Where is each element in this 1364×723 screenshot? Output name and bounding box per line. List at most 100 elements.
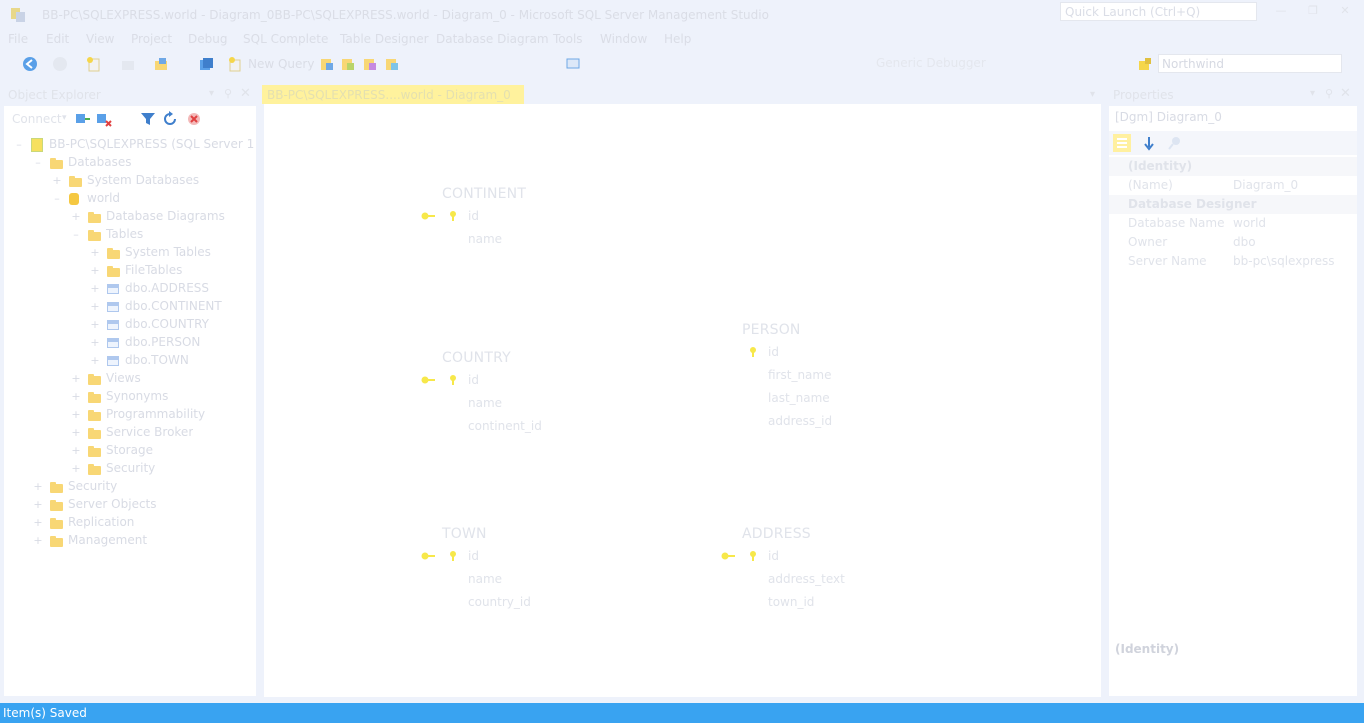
debugger-dropdown[interactable]: Generic Debugger bbox=[858, 54, 990, 73]
refresh-icon[interactable] bbox=[162, 111, 178, 127]
new-project-icon[interactable] bbox=[86, 56, 102, 72]
relationship-key-icon[interactable] bbox=[421, 212, 435, 220]
diagram-column[interactable]: id bbox=[768, 345, 779, 359]
mdx-query-icon[interactable] bbox=[362, 56, 378, 72]
tree-node-label[interactable]: Databases bbox=[68, 155, 132, 173]
oe-close-icon[interactable]: ✕ bbox=[240, 86, 251, 101]
diagram-table-title[interactable]: PERSON bbox=[742, 322, 801, 338]
menu-tools[interactable]: Tools bbox=[553, 32, 583, 46]
tree-node-label[interactable]: FileTables bbox=[125, 263, 182, 281]
property-value[interactable]: world bbox=[1233, 216, 1266, 230]
properties-pin-icon[interactable]: ⚲ bbox=[1325, 87, 1333, 100]
tree-node-label[interactable]: Programmability bbox=[106, 407, 205, 425]
menu-project[interactable]: Project bbox=[131, 32, 172, 46]
tree-expander[interactable]: + bbox=[33, 516, 43, 529]
tree-node-label[interactable]: Service Broker bbox=[106, 425, 193, 443]
tree-expander[interactable]: + bbox=[90, 282, 100, 295]
save-all-icon[interactable] bbox=[198, 56, 214, 72]
diagram-column[interactable]: town_id bbox=[768, 595, 814, 609]
tree-expander[interactable]: + bbox=[33, 480, 43, 493]
tree-node-label[interactable]: dbo.PERSON bbox=[125, 335, 200, 353]
tree-expander[interactable]: – bbox=[14, 138, 24, 151]
tree-expander[interactable]: + bbox=[33, 534, 43, 547]
tree-node-label[interactable]: Database Diagrams bbox=[106, 209, 225, 227]
categorized-icon[interactable] bbox=[1113, 134, 1131, 152]
diagram-table-title[interactable]: CONTINENT bbox=[442, 186, 526, 202]
tree-node-label[interactable]: Server Objects bbox=[68, 497, 157, 515]
property-value[interactable]: Diagram_0 bbox=[1233, 178, 1298, 192]
tree-node-label[interactable]: Synonyms bbox=[106, 389, 168, 407]
tree-expander[interactable]: + bbox=[71, 390, 81, 403]
tree-expander[interactable]: – bbox=[52, 192, 62, 205]
tree-node-label[interactable]: System Tables bbox=[125, 245, 211, 263]
property-row[interactable]: (Name) Diagram_0 bbox=[1109, 176, 1357, 195]
connect-button[interactable]: Connect bbox=[12, 112, 62, 126]
menu-edit[interactable]: Edit bbox=[46, 32, 69, 46]
property-row[interactable]: Database Name world bbox=[1109, 214, 1357, 233]
property-category[interactable]: Database Designer bbox=[1109, 195, 1357, 214]
diagram-column[interactable]: continent_id bbox=[468, 419, 542, 433]
diagram-column[interactable]: address_id bbox=[768, 414, 832, 428]
tree-expander[interactable]: + bbox=[90, 336, 100, 349]
analysis-query-icon[interactable] bbox=[340, 56, 356, 72]
tree-expander[interactable]: + bbox=[71, 462, 81, 475]
close-window-button[interactable]: ✕ bbox=[1334, 4, 1356, 20]
tree-node-label[interactable]: dbo.COUNTRY bbox=[125, 317, 209, 335]
properties-object-selector[interactable]: [Dgm] Diagram_0 bbox=[1109, 108, 1357, 128]
property-value[interactable]: bb-pc\sqlexpress bbox=[1233, 254, 1334, 268]
forward-icon[interactable] bbox=[52, 56, 68, 72]
tab-overflow-icon[interactable]: ▾ bbox=[1090, 89, 1095, 100]
diagram-column[interactable]: name bbox=[468, 396, 502, 410]
disconnect-icon[interactable] bbox=[96, 111, 112, 127]
tree-expander[interactable]: + bbox=[90, 318, 100, 331]
minimize-button[interactable]: — bbox=[1270, 4, 1292, 20]
new-query-button[interactable]: New Query bbox=[248, 57, 314, 71]
tree-node-label[interactable]: Tables bbox=[106, 227, 143, 245]
menu-help[interactable]: Help bbox=[664, 32, 691, 46]
oe-dropdown-icon[interactable]: ▾ bbox=[209, 88, 214, 99]
diagram-column[interactable]: id bbox=[468, 549, 479, 563]
diagram-column[interactable]: id bbox=[468, 373, 479, 387]
tree-expander[interactable]: + bbox=[90, 246, 100, 259]
property-value[interactable]: dbo bbox=[1233, 235, 1256, 249]
tree-node-label[interactable]: world bbox=[87, 191, 120, 209]
tree-node-label[interactable]: dbo.TOWN bbox=[125, 353, 189, 371]
tree-node-label[interactable]: Storage bbox=[106, 443, 153, 461]
database-engine-query-icon[interactable] bbox=[319, 56, 335, 72]
property-row[interactable]: Server Name bb-pc\sqlexpress bbox=[1109, 252, 1357, 271]
relationship-key-icon[interactable] bbox=[721, 552, 735, 560]
tree-node-label[interactable]: Security bbox=[106, 461, 155, 479]
diagram-column[interactable]: country_id bbox=[468, 595, 531, 609]
tree-expander[interactable]: + bbox=[52, 174, 62, 187]
alphabetical-icon[interactable] bbox=[1141, 135, 1157, 151]
connect-dropdown-icon[interactable]: ▾ bbox=[62, 113, 67, 123]
tree-expander[interactable]: + bbox=[90, 354, 100, 367]
diagram-table-title[interactable]: COUNTRY bbox=[442, 350, 511, 366]
quick-launch-input[interactable]: Quick Launch (Ctrl+Q) bbox=[1060, 2, 1257, 21]
menu-view[interactable]: View bbox=[86, 32, 114, 46]
tree-node-label[interactable]: Security bbox=[68, 479, 117, 497]
property-category[interactable]: (Identity) bbox=[1109, 157, 1357, 176]
diagram-column[interactable]: name bbox=[468, 232, 502, 246]
tree-expander[interactable]: + bbox=[71, 372, 81, 385]
activity-monitor-icon[interactable] bbox=[565, 56, 581, 72]
xmla-query-icon[interactable] bbox=[384, 56, 400, 72]
relationship-key-icon[interactable] bbox=[421, 376, 435, 384]
tree-expander[interactable]: – bbox=[33, 156, 43, 169]
property-row[interactable]: Owner dbo bbox=[1109, 233, 1357, 252]
tree-node-label[interactable]: BB-PC\SQLEXPRESS (SQL Server 12.0.2000) bbox=[49, 137, 254, 155]
available-databases-dropdown[interactable]: Northwind bbox=[1158, 54, 1342, 73]
filter-icon[interactable] bbox=[140, 111, 156, 127]
tree-expander[interactable]: – bbox=[71, 228, 81, 241]
tree-node-label[interactable]: Replication bbox=[68, 515, 134, 533]
tree-node-label[interactable]: Management bbox=[68, 533, 147, 551]
diagram-canvas[interactable] bbox=[264, 104, 1101, 697]
diagram-column[interactable]: id bbox=[468, 209, 479, 223]
new-query-icon[interactable] bbox=[227, 56, 243, 72]
tree-expander[interactable]: + bbox=[33, 498, 43, 511]
back-icon[interactable] bbox=[22, 56, 38, 72]
open-file-icon[interactable] bbox=[120, 56, 136, 72]
diagram-column[interactable]: last_name bbox=[768, 391, 830, 405]
maximize-button[interactable]: ❐ bbox=[1302, 4, 1324, 20]
diagram-table-title[interactable]: ADDRESS bbox=[742, 526, 811, 542]
